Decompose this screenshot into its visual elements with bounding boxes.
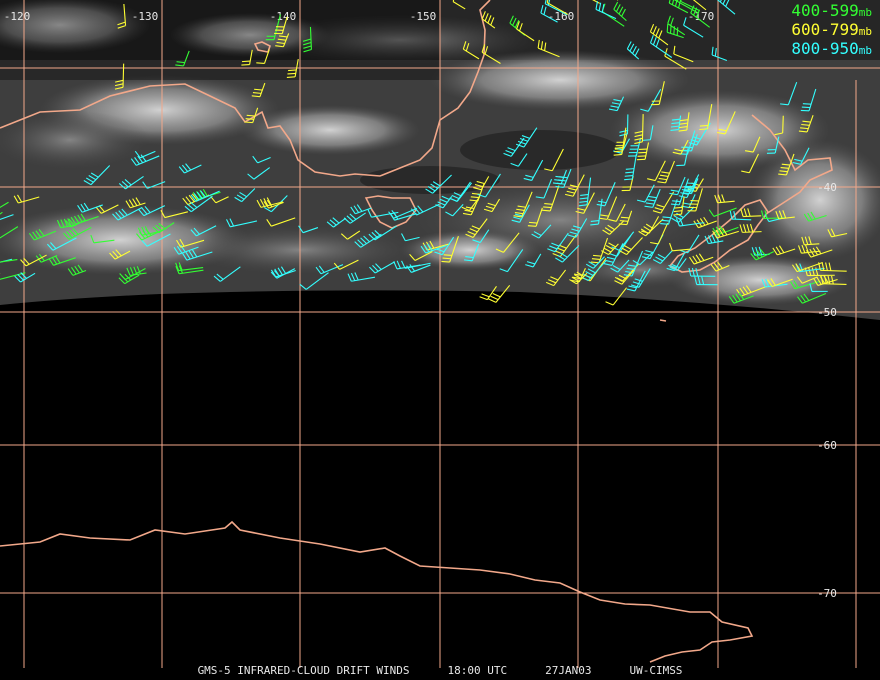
footer-credit: UW-CIMSS <box>629 664 683 677</box>
longitude-label: -150 <box>410 10 437 23</box>
legend-unit: mb <box>858 44 872 57</box>
legend-entry: 400-599mb <box>791 2 872 21</box>
legend-range: 600-799 <box>791 20 859 39</box>
longitude-label: -140 <box>270 10 297 23</box>
satellite-wind-map: -120 -130 -140 -150 -160 -170-40-50-60-70 <box>0 0 880 668</box>
latitude-label: -50 <box>817 306 837 319</box>
legend-entry: 800-950mb <box>791 40 872 59</box>
latitude-label: -70 <box>817 587 837 600</box>
pressure-legend: 400-599mb 600-799mb 800-950mb <box>791 2 872 59</box>
legend-unit: mb <box>858 6 872 19</box>
longitude-label: -130 <box>132 10 159 23</box>
footer-product: GMS-5 INFRARED-CLOUD DRIFT WINDS <box>197 664 410 677</box>
latitude-label: -40 <box>817 181 837 194</box>
legend-unit: mb <box>858 25 872 38</box>
footer-time: 18:00 UTC <box>447 664 508 677</box>
footer-date: 27JAN03 <box>545 664 592 677</box>
legend-entry: 600-799mb <box>791 21 872 40</box>
legend-range: 400-599 <box>791 1 859 20</box>
latitude-label: -60 <box>817 439 837 452</box>
coastline-antarctica <box>0 520 754 663</box>
footer-caption: GMS-5 INFRARED-CLOUD DRIFT WINDS 18:00 U… <box>0 664 880 680</box>
longitude-label: -120 <box>4 10 31 23</box>
coastline-island <box>659 319 667 322</box>
legend-range: 800-950 <box>791 39 859 58</box>
